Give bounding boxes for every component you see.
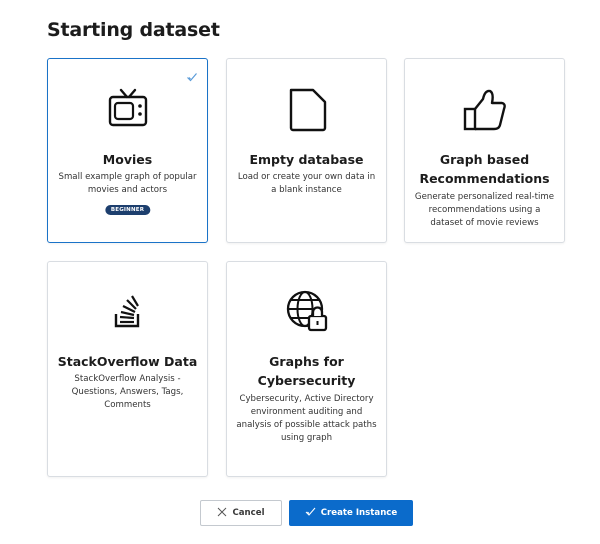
cancel-label: Cancel [232,508,265,518]
dataset-card-movies[interactable]: Movies Small example graph of popular mo… [47,58,208,243]
card-title: StackOverflow Data [57,354,198,369]
card-description: Small example graph of popular movies an… [58,172,197,195]
card-description: Generate personalized real-time recommen… [414,192,555,228]
blank-document-icon [227,87,386,133]
dataset-card-cybersecurity[interactable]: Graphs for Cybersecurity Cybersecurity, … [226,261,387,477]
checkmark-icon [186,68,198,87]
create-instance-label: Create Instance [320,508,398,518]
card-title: Graphs for Cybersecurity [257,354,356,388]
card-title: Graph based Recommendations [419,152,550,186]
card-description: StackOverflow Analysis - Questions, Answ… [71,374,184,410]
checkmark-icon [305,506,316,520]
card-title: Empty database [249,152,364,167]
card-title: Movies [102,152,153,167]
dataset-card-empty-database[interactable]: Empty database Load or create your own d… [226,58,387,243]
tv-icon [48,87,207,129]
beginner-badge: BEGINNER [104,205,151,215]
close-icon [217,507,227,520]
stackoverflow-icon [48,294,207,330]
dataset-card-stackoverflow[interactable]: StackOverflow Data StackOverflow Analysi… [47,261,208,477]
globe-lock-icon [227,288,386,334]
thumbs-up-icon [405,87,564,133]
create-instance-button[interactable]: Create Instance [289,500,413,526]
dataset-card-recommendations[interactable]: Graph based Recommendations Generate per… [404,58,565,243]
card-description: Cybersecurity, Active Directory environm… [236,394,377,443]
card-description: Load or create your own data in a blank … [237,172,376,195]
page-title: Starting dataset [47,19,220,41]
cancel-button[interactable]: Cancel [200,500,282,526]
